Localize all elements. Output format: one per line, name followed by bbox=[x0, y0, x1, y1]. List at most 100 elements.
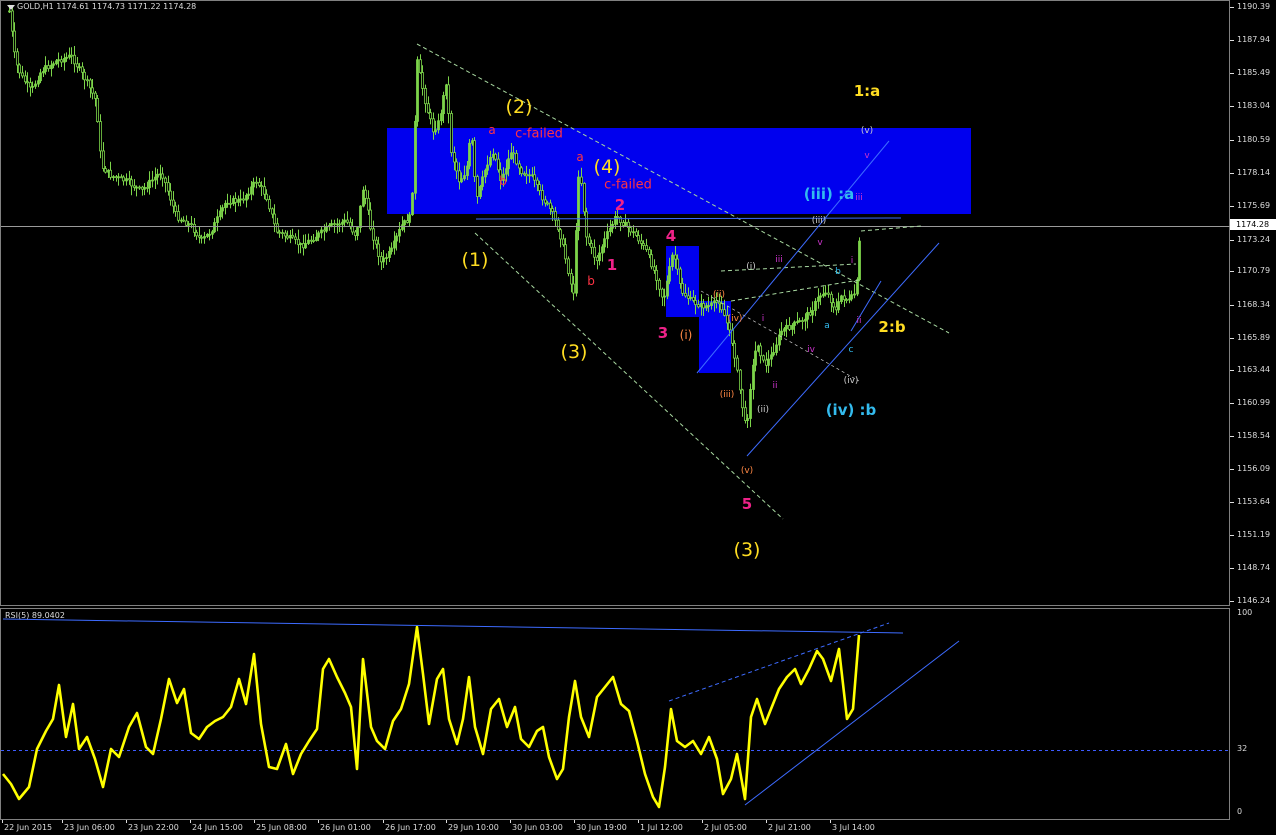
candle-body bbox=[528, 174, 531, 177]
wave-label[interactable]: i bbox=[762, 314, 765, 324]
candle-body bbox=[736, 357, 739, 371]
candle-body bbox=[788, 324, 791, 330]
wave-label[interactable]: a bbox=[576, 150, 583, 164]
price-tick bbox=[1230, 601, 1234, 602]
candle-body bbox=[312, 239, 315, 242]
rsi-axis-label: 100 bbox=[1237, 608, 1253, 617]
candle-body bbox=[442, 95, 445, 115]
wave-label[interactable]: (ii) bbox=[713, 290, 725, 300]
price-chart-canvas[interactable] bbox=[1, 1, 1231, 607]
candle-body bbox=[44, 65, 47, 72]
candle-body bbox=[447, 84, 450, 114]
candle-body bbox=[203, 236, 206, 239]
price-axis-label: 1153.64 bbox=[1237, 497, 1271, 506]
price-axis-label: 1190.39 bbox=[1237, 2, 1271, 11]
wave-label[interactable]: ii bbox=[772, 381, 777, 391]
candle-body bbox=[273, 213, 276, 225]
price-axis-label: 1151.19 bbox=[1237, 530, 1271, 539]
price-chart-pane[interactable]: GOLD,H1 1174.61 1174.73 1171.22 1174.28 … bbox=[0, 0, 1231, 607]
price-tick bbox=[1230, 40, 1234, 41]
candle-body bbox=[679, 268, 682, 284]
wave-label[interactable]: (iii) :a bbox=[804, 185, 854, 203]
candle-body bbox=[694, 300, 697, 306]
candle-body bbox=[684, 292, 687, 297]
wave-label[interactable]: (iii) bbox=[812, 216, 827, 226]
wave-label[interactable]: 3 bbox=[658, 324, 668, 342]
rsi-canvas[interactable] bbox=[1, 609, 1231, 821]
wave-label[interactable]: (iv) bbox=[844, 376, 859, 386]
wave-label[interactable]: (iv) :b bbox=[826, 401, 877, 419]
candle-body bbox=[315, 236, 318, 241]
candle-body bbox=[234, 198, 237, 203]
wave-label[interactable]: b bbox=[499, 174, 507, 188]
wave-label[interactable]: iii bbox=[775, 255, 783, 265]
wave-label[interactable]: 4 bbox=[666, 227, 676, 245]
price-axis-label: 1146.24 bbox=[1237, 596, 1271, 605]
wave-label[interactable]: a bbox=[488, 123, 495, 137]
price-axis-label: 1187.94 bbox=[1237, 35, 1271, 44]
wave-label[interactable]: (v) bbox=[861, 126, 873, 136]
wave-label[interactable]: (iii) bbox=[720, 390, 735, 400]
wave-label[interactable]: (4) bbox=[594, 156, 621, 178]
wave-label[interactable]: (i) bbox=[746, 262, 756, 272]
wave-label[interactable]: (v) bbox=[741, 466, 753, 476]
candle-body bbox=[588, 236, 591, 244]
candle-body bbox=[572, 283, 575, 294]
candle-body bbox=[60, 59, 63, 63]
candle-body bbox=[616, 216, 619, 218]
wave-label[interactable]: i bbox=[851, 256, 854, 266]
candle-body bbox=[806, 312, 809, 320]
wave-label[interactable]: c bbox=[849, 345, 854, 355]
wave-label[interactable]: b bbox=[835, 267, 841, 277]
candle-body bbox=[453, 152, 456, 163]
candle-body bbox=[81, 66, 84, 73]
price-axis-label: 1156.09 bbox=[1237, 464, 1271, 473]
wave-label[interactable]: (3) bbox=[561, 341, 588, 363]
wave-label[interactable]: 1:a bbox=[854, 82, 881, 100]
candle-body bbox=[559, 229, 562, 240]
wave-label[interactable]: b bbox=[587, 274, 595, 288]
candle-body bbox=[390, 247, 393, 252]
candle-body bbox=[484, 169, 487, 178]
candle-body bbox=[193, 223, 196, 233]
wave-label[interactable]: 2:b bbox=[878, 318, 905, 336]
rsi-indicator-pane[interactable]: RSI(5) 89.0402 bbox=[0, 608, 1231, 821]
wave-label[interactable]: (3) bbox=[734, 539, 761, 561]
wave-label[interactable]: (2) bbox=[506, 96, 533, 118]
dashed-trendline bbox=[474, 232, 784, 520]
candle-body bbox=[304, 243, 307, 249]
candle-body bbox=[242, 198, 245, 201]
wave-label[interactable]: 2 bbox=[615, 196, 625, 214]
wave-label[interactable]: 1 bbox=[607, 256, 617, 274]
price-tick bbox=[1230, 305, 1234, 306]
candle-body bbox=[96, 98, 99, 122]
wave-label[interactable]: iii bbox=[855, 193, 863, 203]
time-tick bbox=[383, 820, 384, 823]
time-axis-label: 25 Jun 08:00 bbox=[256, 823, 307, 832]
wave-label[interactable]: (ii) bbox=[757, 405, 769, 415]
wave-label[interactable]: v bbox=[864, 151, 869, 161]
candle-body bbox=[221, 207, 224, 212]
candle-body bbox=[393, 240, 396, 249]
candle-body bbox=[419, 59, 422, 73]
wave-label[interactable]: (1) bbox=[462, 249, 489, 271]
candle-body bbox=[739, 369, 742, 391]
wave-label[interactable]: a bbox=[824, 321, 830, 331]
wave-label[interactable]: iv bbox=[807, 345, 815, 355]
time-axis-label: 30 Jun 19:00 bbox=[576, 823, 627, 832]
candle-body bbox=[11, 10, 14, 32]
wave-label[interactable]: (iv) bbox=[728, 314, 743, 324]
wave-label[interactable]: (i) bbox=[680, 328, 693, 342]
wave-label[interactable]: c-failed bbox=[604, 178, 652, 193]
candle-body bbox=[629, 227, 632, 233]
candle-body bbox=[138, 186, 141, 189]
candle-body bbox=[299, 243, 302, 246]
wave-label[interactable]: 5 bbox=[742, 495, 752, 513]
candle-body bbox=[546, 202, 549, 205]
wave-label[interactable]: v bbox=[817, 238, 822, 248]
candle-body bbox=[577, 176, 580, 231]
triangle-down-icon[interactable] bbox=[7, 5, 15, 10]
candle-body bbox=[156, 173, 159, 178]
wave-label[interactable]: c-failed bbox=[515, 127, 563, 142]
wave-label[interactable]: ii bbox=[856, 316, 861, 326]
